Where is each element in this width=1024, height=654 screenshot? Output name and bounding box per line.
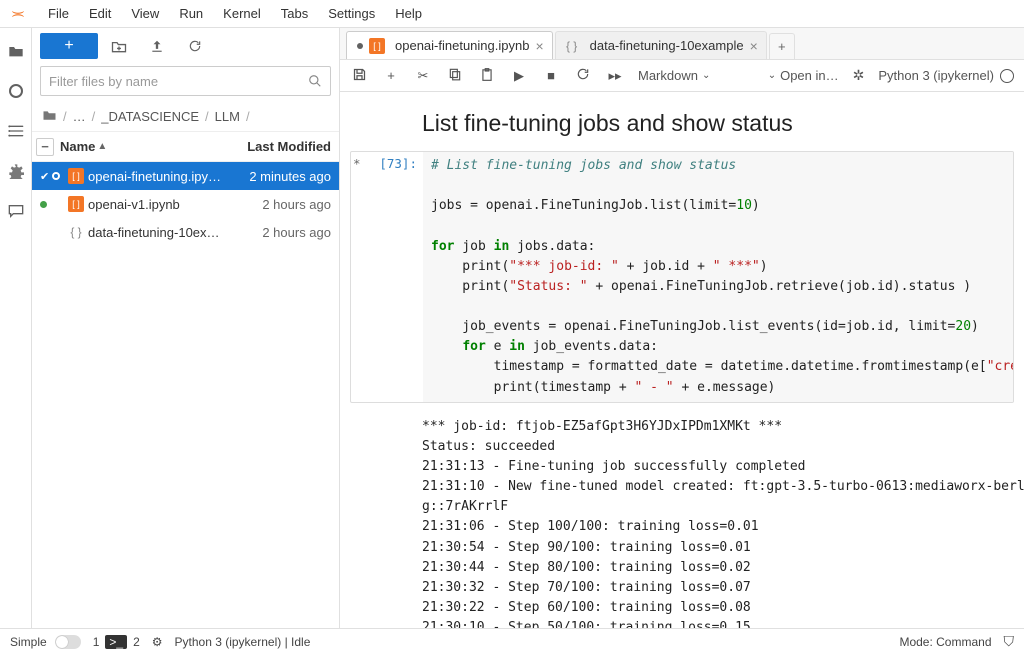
- kernel-idle-icon: [1000, 69, 1014, 83]
- cell-output: *** job-id: ftjob-EZ5afGpt3H6YJDxIPDm1XM…: [350, 403, 1014, 628]
- file-filter-input[interactable]: [49, 74, 308, 89]
- paste-icon[interactable]: [478, 67, 496, 85]
- file-modified: 2 hours ago: [221, 197, 331, 212]
- terminals-count[interactable]: 1 >_ 2: [93, 635, 140, 649]
- code-content[interactable]: # List fine-tuning jobs and show status …: [423, 152, 1013, 402]
- column-modified-header[interactable]: Last Modified: [221, 139, 331, 154]
- menubar: File Edit View Run Kernel Tabs Settings …: [0, 0, 1024, 28]
- main-area: + / … / _DATASCIENCE / LLM / − Name ▲ La…: [0, 28, 1024, 628]
- kernel-switcher[interactable]: Python 3 (ipykernel): [878, 68, 1014, 83]
- chevron-down-icon: ⌄: [768, 70, 776, 81]
- mode-indicator: Mode: Command: [899, 635, 991, 649]
- notebook-toolbar: + ✂ ▶ ■ ▸▸ Markdown ⌄ ⌄ Open in… ✲ Pytho…: [340, 60, 1024, 92]
- column-name-header[interactable]: Name: [60, 139, 95, 154]
- extensions-icon[interactable]: [7, 162, 25, 180]
- menu-settings[interactable]: Settings: [318, 6, 385, 21]
- file-modified: 2 hours ago: [221, 225, 331, 240]
- close-icon[interactable]: ×: [750, 38, 758, 54]
- notebook-file-icon: [ ]: [68, 168, 84, 184]
- markdown-heading[interactable]: List fine-tuning jobs and show status: [422, 110, 1014, 137]
- notebook-file-icon: [ ]: [369, 38, 385, 54]
- file-filter[interactable]: [40, 66, 331, 96]
- restart-icon[interactable]: [574, 67, 592, 84]
- check-icon: ✔: [40, 170, 49, 183]
- toc-icon[interactable]: [7, 122, 25, 140]
- breadcrumb-segment[interactable]: …: [73, 109, 86, 124]
- file-modified: 2 minutes ago: [221, 169, 331, 184]
- cell-prompt: * [73]:: [351, 152, 423, 402]
- breadcrumb-separator: /: [63, 109, 67, 124]
- menu-help[interactable]: Help: [385, 6, 432, 21]
- run-icon[interactable]: ▶: [510, 68, 528, 84]
- upload-icon[interactable]: [140, 33, 174, 59]
- sort-asc-icon: ▲: [97, 141, 107, 152]
- running-indicator-icon: [52, 172, 60, 180]
- menu-view[interactable]: View: [121, 6, 169, 21]
- file-name: openai-v1.ipynb: [88, 197, 221, 212]
- breadcrumb-separator: /: [92, 109, 96, 124]
- run-all-icon[interactable]: ▸▸: [606, 68, 624, 84]
- running-icon[interactable]: [7, 82, 25, 100]
- add-cell-icon[interactable]: +: [382, 68, 400, 83]
- tab-label: data-finetuning-10example: [590, 38, 744, 53]
- json-file-icon: { }: [68, 224, 84, 240]
- tab-label: openai-finetuning.ipynb: [395, 38, 529, 53]
- file-name: openai-finetuning.ipynb: [88, 169, 221, 184]
- add-tab-button[interactable]: +: [769, 33, 795, 59]
- breadcrumb-separator: /: [205, 109, 209, 124]
- json-file-icon: { }: [564, 38, 580, 54]
- tab-notebook[interactable]: [ ] openai-finetuning.ipynb ×: [346, 31, 553, 59]
- trusted-icon[interactable]: ⛉: [1004, 633, 1015, 650]
- simple-mode-toggle[interactable]: Simple: [10, 635, 81, 649]
- file-item[interactable]: [ ] openai-v1.ipynb 2 hours ago: [32, 190, 339, 218]
- file-item[interactable]: ✔ [ ] openai-finetuning.ipynb 2 minutes …: [32, 162, 339, 190]
- chat-icon[interactable]: [7, 202, 25, 220]
- file-browser: + / … / _DATASCIENCE / LLM / − Name ▲ La…: [32, 28, 340, 628]
- notebook-body[interactable]: List fine-tuning jobs and show status * …: [340, 92, 1024, 628]
- search-icon: [308, 74, 322, 88]
- breadcrumb: / … / _DATASCIENCE / LLM /: [32, 102, 339, 132]
- activity-bar: [0, 28, 32, 628]
- menu-kernel[interactable]: Kernel: [213, 6, 271, 21]
- dirty-indicator-icon: [357, 43, 363, 49]
- file-list-header: − Name ▲ Last Modified: [32, 132, 339, 162]
- chevron-down-icon: ⌄: [702, 70, 710, 81]
- cut-icon[interactable]: ✂: [414, 68, 432, 84]
- jupyter-logo-icon: [8, 4, 28, 24]
- tab-file[interactable]: { } data-finetuning-10example ×: [555, 31, 767, 59]
- tabbar: [ ] openai-finetuning.ipynb × { } data-f…: [340, 28, 1024, 60]
- menu-file[interactable]: File: [38, 6, 79, 21]
- kernel-status[interactable]: Python 3 (ipykernel) | Idle: [175, 635, 311, 649]
- notebook-area: [ ] openai-finetuning.ipynb × { } data-f…: [340, 28, 1024, 628]
- menu-edit[interactable]: Edit: [79, 6, 121, 21]
- breadcrumb-segment[interactable]: _DATASCIENCE: [101, 109, 199, 124]
- save-icon[interactable]: [350, 67, 368, 85]
- statusbar: Simple 1 >_ 2 ⚙ Python 3 (ipykernel) | I…: [0, 628, 1024, 654]
- close-icon[interactable]: ×: [535, 38, 543, 54]
- folder-icon[interactable]: [42, 109, 57, 124]
- open-in-menu[interactable]: ⌄ Open in…: [768, 68, 839, 83]
- settings-icon[interactable]: ⚙: [152, 635, 163, 649]
- stop-icon[interactable]: ■: [542, 68, 560, 83]
- file-item[interactable]: { } data-finetuning-10exa… 2 hours ago: [32, 218, 339, 246]
- new-launcher-button[interactable]: +: [40, 33, 98, 59]
- notebook-file-icon: [ ]: [68, 196, 84, 212]
- cell-type-selector[interactable]: Markdown ⌄: [638, 68, 710, 83]
- code-cell[interactable]: * [73]: # List fine-tuning jobs and show…: [350, 151, 1014, 403]
- copy-icon[interactable]: [446, 67, 464, 84]
- new-folder-icon[interactable]: [102, 33, 136, 59]
- breadcrumb-separator: /: [246, 109, 250, 124]
- folder-icon[interactable]: [7, 42, 25, 60]
- file-name: data-finetuning-10exa…: [88, 225, 221, 240]
- dirty-marker: *: [353, 156, 361, 171]
- running-indicator-icon: [40, 201, 47, 208]
- file-browser-toolbar: +: [32, 28, 339, 64]
- debug-icon[interactable]: ✲: [853, 67, 865, 84]
- breadcrumb-segment[interactable]: LLM: [215, 109, 240, 124]
- refresh-icon[interactable]: [178, 33, 212, 59]
- terminal-icon: >_: [105, 635, 127, 649]
- collapse-button[interactable]: −: [36, 138, 54, 156]
- menu-run[interactable]: Run: [169, 6, 213, 21]
- menu-tabs[interactable]: Tabs: [271, 6, 318, 21]
